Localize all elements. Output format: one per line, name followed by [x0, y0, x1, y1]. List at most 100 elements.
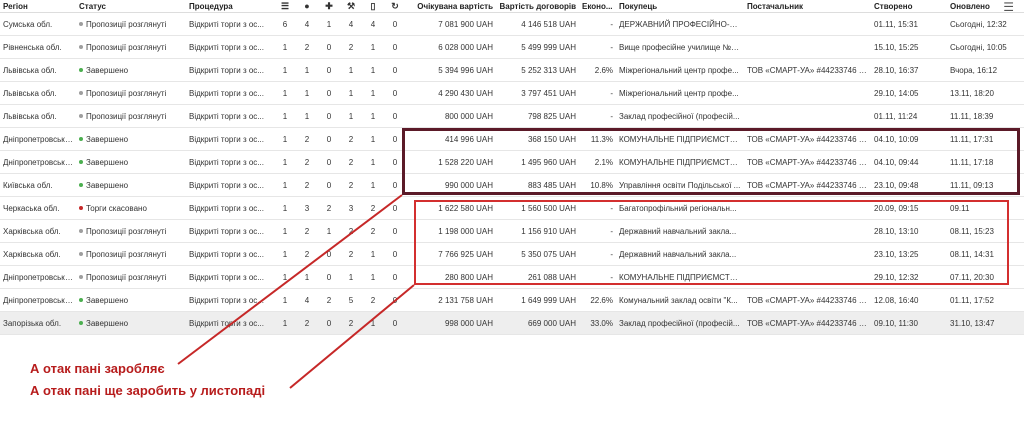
col-economy[interactable]: Еконо...	[579, 0, 616, 13]
cell-updated: 11.11, 18:39	[947, 104, 1024, 128]
cell-n1: 1	[274, 219, 296, 243]
cell-n1: 1	[274, 173, 296, 197]
cell-procedure: Відкриті торги з ос...	[186, 219, 274, 243]
table-row[interactable]: Рівненська обл. Пропозиції розглянуті Відк…	[0, 35, 1024, 59]
cell-n6: 0	[384, 219, 406, 243]
col-procedure[interactable]: Процедура	[186, 0, 274, 13]
status-dot-icon	[79, 22, 83, 27]
col-status[interactable]: Статус	[76, 0, 186, 13]
cell-n4: 4	[340, 12, 362, 36]
cell-status: Пропозиції розглянуті	[76, 81, 186, 105]
cell-created: 29.10, 14:05	[871, 81, 947, 105]
cell-n4: 2	[340, 150, 362, 174]
cell-n1: 6	[274, 12, 296, 36]
cell-n1: 1	[274, 58, 296, 82]
col-lots[interactable]: ☰	[274, 0, 296, 13]
cell-procedure: Відкриті торги з ос...	[186, 173, 274, 197]
cell-n2: 1	[296, 58, 318, 82]
cell-n5: 4	[362, 12, 384, 36]
cell-expected: 800 000 UAH	[406, 104, 496, 128]
col-documents[interactable]: ▯	[362, 0, 384, 13]
table-row[interactable]: Львівська обл. Пропозиції розглянуті Відкр…	[0, 81, 1024, 105]
cell-procedure: Відкриті торги з ос...	[186, 150, 274, 174]
cell-n2: 2	[296, 173, 318, 197]
status-label: Пропозиції розглянуті	[86, 272, 167, 282]
cell-updated: 31.10, 13:47	[947, 311, 1024, 335]
cell-n4: 1	[340, 104, 362, 128]
cell-n6: 0	[384, 196, 406, 220]
cell-expected: 6 028 000 UAH	[406, 35, 496, 59]
cell-buyer: Заклад професійної (професій...	[616, 311, 744, 335]
cell-n2: 4	[296, 288, 318, 312]
cell-procedure: Відкриті торги з ос...	[186, 104, 274, 128]
cell-n1: 1	[274, 242, 296, 266]
table-row[interactable]: Львівська обл. Пропозиції розглянуті Відкр…	[0, 104, 1024, 128]
status-label: Пропозиції розглянуті	[86, 19, 167, 29]
cell-n3: 0	[318, 127, 340, 151]
cell-region: Харківська обл.	[0, 242, 76, 266]
cell-created: 01.11, 15:31	[871, 12, 947, 36]
cell-n2: 2	[296, 150, 318, 174]
cell-status: Завершено	[76, 311, 186, 335]
cell-n5: 1	[362, 35, 384, 59]
cell-region: Запорізька обл.	[0, 311, 76, 335]
cell-n6: 0	[384, 35, 406, 59]
user-plus-icon: ✚	[325, 0, 333, 11]
status-dot-icon	[79, 68, 83, 73]
col-expected[interactable]: Очікувана вартість	[406, 0, 496, 13]
cell-procedure: Відкриті торги з ос...	[186, 127, 274, 151]
col-buyer[interactable]: Покупець	[616, 0, 744, 13]
col-contract[interactable]: Вартість договорів	[496, 0, 579, 13]
col-refresh[interactable]: ↻	[384, 0, 406, 13]
cell-region: Черкаська обл.	[0, 196, 76, 220]
table-row[interactable]: Львівська обл. Завершено Відкриті торги з …	[0, 58, 1024, 82]
col-participants[interactable]: ●	[296, 0, 318, 13]
table-row[interactable]: Запорізька обл. Завершено Відкриті торги з…	[0, 311, 1024, 335]
cell-n5: 1	[362, 150, 384, 174]
col-invited[interactable]: ✚	[318, 0, 340, 13]
col-supplier[interactable]: Постачальник	[744, 0, 871, 13]
status-label: Пропозиції розглянуті	[86, 111, 167, 121]
cell-n1: 1	[274, 81, 296, 105]
col-bids[interactable]: ⚒	[340, 0, 362, 13]
cell-economy: 22.6%	[579, 288, 616, 312]
cell-n2: 1	[296, 81, 318, 105]
cell-n5: 1	[362, 242, 384, 266]
cell-contract: 5 252 313 UAH	[496, 58, 579, 82]
cell-region: Львівська обл.	[0, 58, 76, 82]
cell-supplier: ТОВ «СМАРТ-УА» #44233746 — ...	[744, 58, 871, 82]
cell-expected: 998 000 UAH	[406, 311, 496, 335]
col-region[interactable]: Регіон	[0, 0, 76, 13]
col-created[interactable]: Створено	[871, 0, 947, 13]
table-row[interactable]: Сумська обл. Пропозиції розглянуті Відкрит…	[0, 12, 1024, 36]
cell-status: Завершено	[76, 150, 186, 174]
status-dot-icon	[79, 206, 83, 211]
cell-procedure: Відкриті торги з ос...	[186, 311, 274, 335]
status-label: Завершено	[86, 134, 129, 144]
cell-status: Пропозиції розглянуті	[76, 35, 186, 59]
cell-region: Львівська обл.	[0, 104, 76, 128]
cell-n3: 0	[318, 104, 340, 128]
cell-n5: 1	[362, 173, 384, 197]
highlight-box-earned	[402, 128, 1020, 195]
cell-n4: 2	[340, 242, 362, 266]
cell-expected: 5 394 996 UAH	[406, 58, 496, 82]
status-label: Завершено	[86, 65, 129, 75]
cell-n3: 0	[318, 173, 340, 197]
cell-updated: Сьогодні, 10:05	[947, 35, 1024, 59]
status-dot-icon	[79, 137, 83, 142]
cell-buyer: Комунальний заклад освіти "К...	[616, 288, 744, 312]
cell-n3: 0	[318, 265, 340, 289]
cell-buyer: Міжрегіональний центр профе...	[616, 81, 744, 105]
menu-icon[interactable]: ☰	[1003, 0, 1014, 14]
cell-created: 28.10, 16:37	[871, 58, 947, 82]
cell-region: Рівненська обл.	[0, 35, 76, 59]
table-row[interactable]: Дніпропетровська ... Завершено Відкриті то…	[0, 288, 1024, 312]
cell-status: Завершено	[76, 288, 186, 312]
cell-n6: 0	[384, 104, 406, 128]
cell-status: Пропозиції розглянуті	[76, 265, 186, 289]
status-label: Пропозиції розглянуті	[86, 249, 167, 259]
cell-n2: 2	[296, 127, 318, 151]
cell-buyer: Заклад професійної (професій...	[616, 104, 744, 128]
status-dot-icon	[79, 298, 83, 303]
